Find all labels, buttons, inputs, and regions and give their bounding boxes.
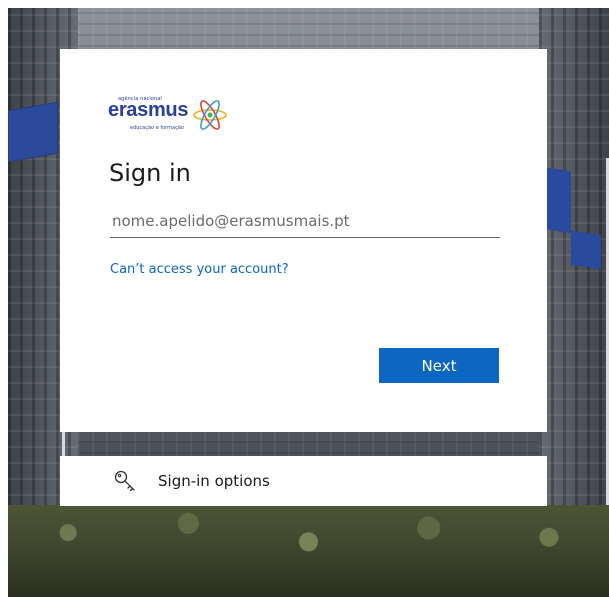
logo-star-icon xyxy=(193,100,227,130)
key-icon xyxy=(114,470,135,492)
signin-options-label: Sign-in options xyxy=(158,472,270,490)
cant-access-account-link[interactable]: Can’t access your account? xyxy=(110,262,289,277)
hedge xyxy=(8,505,609,597)
logo-sub-text: educação e formação xyxy=(130,125,184,131)
eu-flag-left xyxy=(8,101,58,163)
signin-card: agência nacional erasmus educação e form… xyxy=(60,49,547,432)
logo-wordmark: erasmus xyxy=(108,99,189,121)
erasmus-logo: agência nacional erasmus educação e form… xyxy=(108,95,228,141)
page-title: Sign in xyxy=(109,159,191,187)
next-button[interactable]: Next xyxy=(379,348,499,383)
signin-options-button[interactable]: Sign-in options xyxy=(60,456,547,506)
eu-flag-right-small xyxy=(571,230,601,270)
email-input[interactable] xyxy=(110,205,500,238)
